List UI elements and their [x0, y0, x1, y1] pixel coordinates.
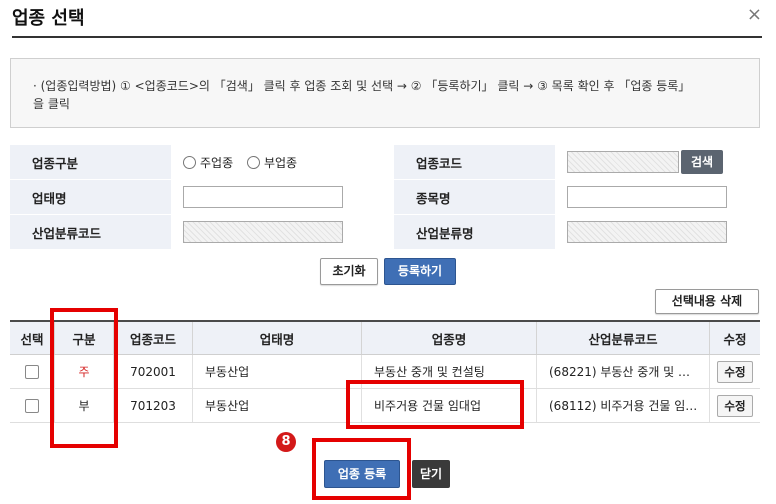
col-code: 업종코드: [113, 321, 193, 355]
industry-code-label: 산업분류코드: [10, 214, 171, 249]
search-button[interactable]: 검색: [681, 150, 724, 174]
code-label: 업종코드: [394, 145, 555, 180]
close-button[interactable]: 닫기: [412, 460, 450, 488]
step-badge: 8: [276, 432, 296, 452]
instruction-box: · (업종입력방법) ① <업종코드>의 「검색」 클릭 후 업종 조회 및 선…: [10, 58, 760, 128]
col-edit: 수정: [709, 321, 760, 355]
col-name: 업종명: [361, 321, 537, 355]
item-input[interactable]: [567, 186, 727, 208]
col-select: 선택: [10, 321, 55, 355]
code-input: [567, 151, 679, 173]
register-button[interactable]: 등록하기: [384, 258, 456, 285]
radio-sub-label: 부업종: [263, 155, 298, 170]
highlight-industry-name: [346, 380, 524, 429]
row-code: 701203: [113, 388, 193, 423]
delete-selected-button[interactable]: 선택내용 삭제: [655, 289, 759, 314]
search-form: 업종구분 주업종 부업종 업종코드 검색 업태명 종목명 산업분류코드 산업분류…: [10, 145, 760, 249]
title-divider: [12, 36, 762, 38]
highlight-confirm-button: [312, 438, 411, 500]
edit-button[interactable]: 수정: [717, 360, 753, 383]
col-business: 업태명: [192, 321, 362, 355]
col-industry: 산업분류코드: [536, 321, 710, 355]
radio-sub[interactable]: [246, 155, 260, 169]
category-radios: 주업종 부업종: [171, 145, 394, 180]
industry-name-input: [567, 221, 727, 243]
instruction-line-1: · (업종입력방법) ① <업종코드>의 「검색」 클릭 후 업종 조회 및 선…: [33, 79, 691, 93]
reset-button[interactable]: 초기화: [320, 258, 378, 285]
item-label: 종목명: [394, 179, 555, 215]
category-label: 업종구분: [10, 145, 171, 180]
business-type-label: 업태명: [10, 179, 171, 215]
row-business: 부동산업: [192, 354, 362, 389]
radio-main[interactable]: [183, 155, 196, 169]
close-icon[interactable]: ×: [747, 4, 762, 25]
table-header: 선택 구분 업종코드 업태명 업종명 산업분류코드 수정: [10, 321, 760, 355]
highlight-type-column: [50, 308, 118, 448]
row-industry: (68221) 부동산 중개 및 …: [536, 354, 710, 389]
industry-name-label: 산업분류명: [394, 214, 555, 249]
industry-code-input: [183, 221, 343, 243]
business-type-input[interactable]: [183, 186, 343, 208]
row-industry: (68112) 비주거용 건물 임…: [536, 388, 710, 423]
row-checkbox[interactable]: [25, 398, 39, 413]
row-checkbox[interactable]: [25, 364, 39, 379]
row-code: 702001: [113, 354, 193, 389]
instruction-line-2: 을 클릭: [33, 97, 70, 111]
edit-button[interactable]: 수정: [717, 394, 753, 417]
row-business: 부동산업: [192, 388, 362, 423]
radio-main-label: 주업종: [200, 155, 234, 170]
dialog-title: 업종 선택: [12, 8, 85, 29]
